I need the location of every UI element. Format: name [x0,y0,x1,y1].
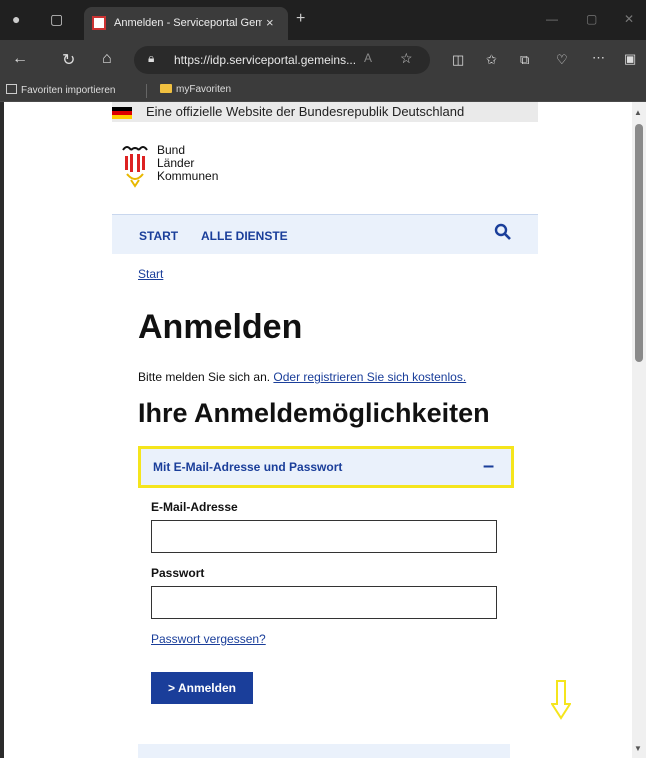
tab-actions-icon[interactable]: ▢ [50,11,63,28]
eagle-icon [122,146,148,188]
maximize-icon[interactable]: ▢ [586,12,597,26]
site-logo[interactable]: Bund Länder Kommunen [119,144,259,188]
browser-titlebar: ● ▢ Anmelden - Serviceportal Gemein × + … [0,0,646,40]
url-text: https://idp.serviceportal.gemeins... [174,53,357,67]
government-banner: Eine offizielle Website der Bundesrepubl… [112,102,538,122]
home-icon[interactable]: ⌂ [102,50,112,68]
tab-title: Anmelden - Serviceportal Gemein [114,17,262,29]
down-arrow-icon [551,680,571,720]
page-scrollbar[interactable]: ▲ ▼ [632,102,646,758]
sidebar-toggle-icon[interactable]: ▣ [624,51,636,67]
intro-text: Bitte melden Sie sich an. Oder registrie… [138,370,466,384]
favorite-star-icon[interactable]: ☆ [400,50,413,67]
favorites-folder-label: myFavoriten [176,84,232,95]
favorites-icon[interactable]: ✩ [486,52,497,68]
minimize-icon[interactable]: — [546,12,558,26]
register-link[interactable]: Oder registrieren Sie sich kostenlos. [273,370,466,384]
address-bar[interactable]: 🔒︎ https://idp.serviceportal.gemeins... … [134,46,430,74]
email-login-accordion[interactable]: Mit E-Mail-Adresse und Passwort – [138,446,514,488]
import-icon [6,84,17,94]
government-banner-text: Eine offizielle Website der Bundesrepubl… [146,104,465,119]
more-menu-icon[interactable]: ⋯ [592,50,605,66]
read-aloud-icon[interactable]: A [364,51,372,65]
nav-all-services-link[interactable]: ALLE DIENSTE [201,229,288,243]
favorites-import-label: Favoriten importieren [21,85,116,96]
tab-favicon-icon [92,16,106,30]
browser-tab[interactable]: Anmelden - Serviceportal Gemein × [84,7,288,40]
email-label: E-Mail-Adresse [151,500,238,514]
favorites-import-item[interactable]: Favoriten importieren [6,84,115,96]
nav-start-link[interactable]: START [139,229,178,243]
lock-icon[interactable]: 🔒︎ [148,51,154,66]
password-field[interactable] [151,586,497,619]
scroll-thumb[interactable] [635,124,643,362]
main-navigation: START ALLE DIENSTE [112,214,538,254]
breadcrumb[interactable]: Start [138,267,163,281]
browser-essentials-icon[interactable]: ♡ [556,52,568,68]
browser-toolbar: ← ↻ ⌂ 🔒︎ https://idp.serviceportal.gemei… [0,40,646,80]
favorites-bar: Favoriten importieren myFavoriten [0,80,646,102]
close-window-icon[interactable]: ✕ [624,12,634,26]
favorites-separator [146,84,147,98]
search-icon[interactable] [494,223,512,241]
scroll-down-icon[interactable]: ▼ [634,744,642,753]
german-flag-icon [112,107,132,119]
folder-icon [160,84,172,93]
section-title: Ihre Anmeldemöglichkeiten [138,398,490,428]
email-field[interactable] [151,520,497,553]
favorites-folder-item[interactable]: myFavoriten [160,84,231,95]
page-title: Anmelden [138,308,303,346]
split-screen-icon[interactable]: ◫ [452,52,464,68]
collapse-icon[interactable]: – [483,455,494,478]
profile-icon[interactable]: ● [12,11,20,27]
intro-label: Bitte melden Sie sich an. [138,370,274,384]
refresh-icon[interactable]: ↻ [62,50,75,70]
collections-icon[interactable]: ⧉ [520,52,529,68]
scroll-up-icon[interactable]: ▲ [634,108,642,117]
accordion-label: Mit E-Mail-Adresse und Passwort [153,460,343,474]
back-icon[interactable]: ← [12,50,28,68]
tab-close-icon[interactable]: × [266,15,274,30]
new-tab-icon[interactable]: + [296,10,305,28]
forgot-password-link[interactable]: Passwort vergessen? [151,632,266,646]
logo-line-kommunen: Kommunen [157,169,219,183]
logo-text: Bund Länder Kommunen [157,144,218,183]
page-viewport: Eine offizielle Website der Bundesrepubl… [4,102,632,758]
next-login-option-card[interactable] [138,744,510,758]
login-button[interactable]: > Anmelden [151,672,253,704]
password-label: Passwort [151,566,205,580]
